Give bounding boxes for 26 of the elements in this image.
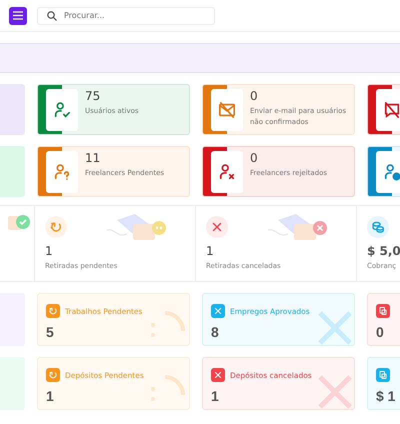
coins-icon [371, 220, 385, 234]
widget-value: $ 5,0 [367, 244, 400, 258]
stat-value: 75 [85, 89, 102, 103]
card-value: 1 [211, 388, 220, 404]
widget-value: 1 [45, 244, 54, 258]
stat-value: 11 [85, 151, 102, 165]
close-icon [210, 220, 224, 234]
card-value: $ 1 [376, 388, 396, 404]
search-field[interactable]: Procurar... [37, 6, 215, 24]
user-x-icon [218, 163, 236, 181]
mail-off-icon [218, 101, 236, 119]
card-value: 1 [46, 388, 55, 404]
stat-value: 0 [250, 151, 259, 165]
menu-icon [13, 11, 23, 20]
user-question-icon [53, 163, 71, 181]
widget-value: 1 [206, 244, 215, 258]
chat-off-icon [383, 101, 400, 119]
card-value: 0 [376, 324, 385, 340]
refresh-icon [49, 220, 63, 234]
menu-button[interactable] [9, 6, 27, 24]
user-check-icon [53, 101, 71, 119]
user-badge-icon [383, 163, 400, 181]
search-icon [47, 10, 57, 20]
card-value: 5 [46, 324, 55, 340]
stat-value: 0 [250, 89, 259, 103]
card-value: 8 [211, 324, 220, 340]
